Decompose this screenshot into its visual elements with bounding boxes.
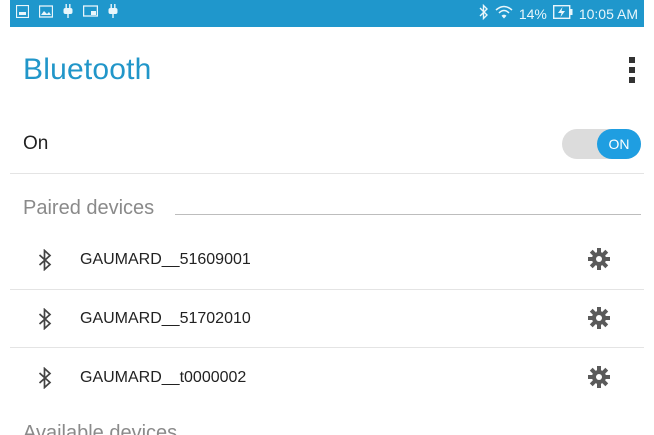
- screen: 14% 10:05 AM Bluetooth On ON Paired devi…: [10, 0, 644, 435]
- system-icons: 14% 10:05 AM: [479, 0, 638, 27]
- toggle-label: On: [23, 133, 49, 154]
- clock: 10:05 AM: [578, 5, 638, 22]
- notification-icons: [10, 4, 118, 23]
- device-name: GAUMARD__51609001: [80, 251, 251, 268]
- bluetooth-switch[interactable]: ON: [562, 129, 641, 159]
- section-divider: [175, 214, 641, 215]
- bluetooth-toggle-row[interactable]: On ON: [10, 115, 644, 171]
- available-devices-header: Available devices: [23, 422, 178, 435]
- wifi-icon: [495, 5, 513, 22]
- paired-device-row[interactable]: GAUMARD__51702010: [10, 290, 644, 348]
- page-title: Bluetooth: [23, 53, 152, 86]
- device-name: GAUMARD__51702010: [80, 310, 251, 327]
- paired-device-row[interactable]: GAUMARD__t0000002: [10, 349, 644, 407]
- status-bar: 14% 10:05 AM: [10, 0, 644, 27]
- cast-icon: [82, 4, 99, 23]
- device-name: GAUMARD__t0000002: [80, 369, 247, 386]
- battery-charging-icon: [552, 4, 573, 22]
- bluetooth-icon: [38, 307, 52, 331]
- overflow-menu-icon[interactable]: [624, 57, 640, 85]
- gear-icon[interactable]: [588, 307, 610, 329]
- plug-icon: [63, 4, 73, 23]
- gear-icon[interactable]: [588, 248, 610, 270]
- bluetooth-icon: [479, 3, 489, 23]
- bluetooth-icon: [38, 366, 52, 390]
- plug-icon: [108, 4, 118, 23]
- switch-knob: ON: [597, 129, 641, 159]
- divider: [10, 173, 644, 174]
- app-bar: Bluetooth: [10, 27, 644, 112]
- paired-device-row[interactable]: GAUMARD__51609001: [10, 231, 644, 289]
- divider: [10, 347, 644, 348]
- gear-icon[interactable]: [588, 366, 610, 388]
- paired-devices-header: Paired devices: [23, 197, 155, 219]
- picture-icon: [15, 4, 30, 23]
- image-icon: [38, 4, 54, 23]
- battery-percentage: 14%: [518, 5, 547, 22]
- bluetooth-icon: [38, 248, 52, 272]
